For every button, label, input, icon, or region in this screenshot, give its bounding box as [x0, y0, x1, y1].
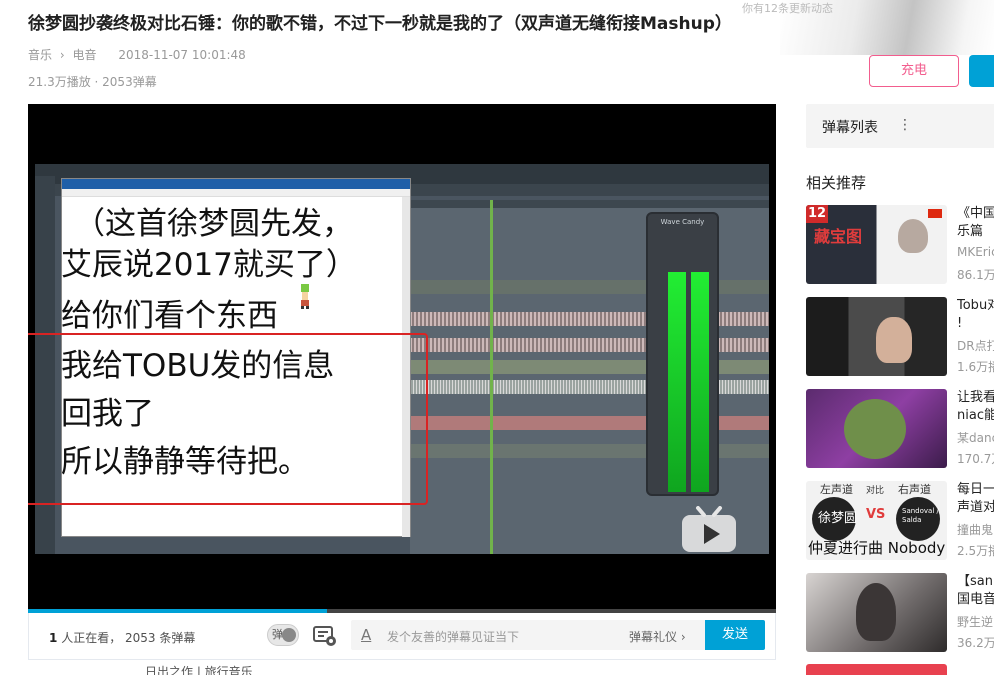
recommend-thumbnail[interactable]	[806, 297, 947, 376]
thumb-text: 右声道	[898, 483, 931, 496]
thumb-text: Sandoval / Salda	[902, 507, 939, 524]
thumb-person	[876, 317, 912, 363]
notepad-titlebar	[62, 179, 410, 189]
wave-candy-meter: Wave Candy	[646, 212, 719, 496]
recommend-item[interactable]: 让我看 niac能 某dance 170.7万	[806, 389, 994, 471]
recommend-item[interactable]: 12 藏宝图 《中国 乐篇 MKEric 86.1万	[806, 205, 994, 287]
danmaku-placeholder: 发个友善的弹幕见证当下	[387, 630, 520, 644]
category-link[interactable]: 音乐	[28, 48, 52, 62]
notepad-menubar	[62, 189, 410, 197]
danmaku-style-icon[interactable]: A	[361, 626, 371, 644]
video-page: 你有12条更新动态 徐梦圆抄袭终极对比石锤：你的歌不错，不过下一秒就是我的了（双…	[0, 0, 994, 675]
update-notice[interactable]: 你有12条更新动态	[742, 0, 833, 16]
recommend-views: 36.2万	[957, 636, 994, 650]
recommend-title-line[interactable]: niac能	[957, 407, 994, 425]
follow-button[interactable]	[969, 55, 994, 87]
recommend-thumbnail-partial[interactable]	[806, 664, 947, 675]
more-icon[interactable]: ⋮	[898, 117, 912, 133]
recommend-title-line[interactable]: 【san	[957, 573, 994, 591]
thumb-character	[844, 399, 906, 459]
thumb-text: 徐梦圆	[818, 511, 858, 526]
breadcrumb-separator-icon: ›	[59, 48, 65, 62]
highlight-box	[28, 333, 428, 505]
daw-playhead	[490, 200, 493, 554]
footer-text: 日出之作 | 旅行音乐	[145, 665, 253, 675]
danmaku-list-panel[interactable]: 弹幕列表 ⋮	[806, 104, 994, 148]
daw-ruler	[410, 200, 769, 208]
recommend-title-line[interactable]: 让我看	[957, 389, 994, 407]
send-danmaku-button[interactable]: 发送	[705, 620, 765, 650]
recommend-thumbnail[interactable]	[806, 573, 947, 652]
flag-icon	[928, 209, 942, 218]
recommend-title-line[interactable]: 每日一	[957, 481, 994, 499]
recommend-title-line[interactable]: 声道对	[957, 499, 994, 517]
recommend-views: 170.7万	[957, 452, 994, 466]
subtitle-line: 给你们看个东西	[61, 298, 278, 334]
video-title: 徐梦圆抄袭终极对比石锤：你的歌不错，不过下一秒就是我的了（双声道无缝衔接Mash…	[28, 14, 732, 34]
danmaku-count: 2053 条弹幕	[125, 631, 196, 645]
recommend-uploader[interactable]: MKEric	[957, 245, 994, 259]
video-meta: 音乐 › 电音 2018-11-07 10:01:48	[28, 46, 250, 63]
video-stats: 21.3万播放 · 2053弹幕	[28, 75, 157, 89]
recommend-item[interactable]: 【san 国电音 野生逆 36.2万	[806, 573, 994, 655]
thumb-badge: 12	[806, 205, 828, 223]
recommend-title-line[interactable]: !	[957, 315, 994, 333]
danmaku-input[interactable]: A 发个友善的弹幕见证当下 弹幕礼仪 ›	[351, 620, 706, 650]
thumb-text: 对比	[866, 486, 885, 496]
recommend-title-line[interactable]: 乐篇	[957, 223, 994, 241]
recommend-title: 相关推荐	[806, 174, 867, 192]
video-player[interactable]: Wave Candy （这首徐梦圆先发， 艾辰说2017就买了） 给你们看个东西…	[28, 104, 776, 612]
recommend-thumbnail[interactable]: 12 藏宝图	[806, 205, 947, 284]
thumb-text: VS	[866, 507, 886, 522]
recommend-title-line[interactable]: 《中国	[957, 205, 994, 223]
viewer-text: 人正在看，	[61, 631, 122, 645]
subtitle-line: 艾辰说2017就买了）	[61, 247, 357, 283]
recommend-title-line[interactable]: 国电音	[957, 591, 994, 609]
publish-date: 2018-11-07 10:01:48	[118, 48, 246, 62]
danmaku-list-label: 弹幕列表	[822, 120, 878, 136]
danmaku-toggle[interactable]: 弹	[267, 624, 299, 646]
recommend-views: 86.1万	[957, 268, 994, 282]
thumb-person	[898, 219, 928, 253]
recommend-uploader[interactable]: 某dance	[957, 429, 994, 446]
viewer-count: 1 人正在看， 2053 条弹幕	[49, 629, 195, 646]
subtitle-line: （这首徐梦圆先发，	[74, 206, 353, 242]
viewer-number: 1	[49, 631, 58, 645]
meter-bar-left	[668, 272, 686, 492]
thumb-text: 仲夏进行曲 Nobody	[808, 539, 946, 557]
recommend-views: 2.5万播	[957, 544, 994, 558]
recommend-thumbnail[interactable]	[806, 389, 947, 468]
recommend-views: 1.6万播	[957, 360, 994, 374]
charge-button[interactable]: 充电	[869, 55, 959, 87]
recommend-uploader[interactable]: 撞曲鬼	[957, 521, 994, 538]
pixel-character-icon	[301, 284, 309, 309]
player-sending-bar: 1 人正在看， 2053 条弹幕 弹 A 发个友善的弹幕见证当下 弹幕礼仪 › …	[28, 613, 776, 660]
meter-label: Wave Candy	[660, 218, 705, 226]
recommend-title-line[interactable]: Tobu对	[957, 297, 994, 315]
recommend-uploader[interactable]: 野生逆	[957, 613, 994, 630]
subcategory-link[interactable]: 电音	[72, 48, 96, 62]
thumb-person	[856, 583, 896, 641]
recommend-thumbnail[interactable]: 左声道 对比 右声道 徐梦圆 VS Sandoval / Salda 仲夏进行曲…	[806, 481, 947, 560]
meter-bar-right	[691, 272, 709, 492]
recommend-item[interactable]: 左声道 对比 右声道 徐梦圆 VS Sandoval / Salda 仲夏进行曲…	[806, 481, 994, 563]
danmaku-etiquette-link[interactable]: 弹幕礼仪 ›	[629, 628, 686, 645]
danmaku-settings-icon[interactable]	[313, 625, 337, 647]
thumb-text: 藏宝图	[814, 227, 863, 246]
thumb-text: 左声道	[820, 483, 853, 496]
bilibili-tv-icon[interactable]	[680, 506, 738, 554]
recommend-item[interactable]: Tobu对 ! DR点打 1.6万播	[806, 297, 994, 379]
recommend-uploader[interactable]: DR点打	[957, 337, 994, 354]
